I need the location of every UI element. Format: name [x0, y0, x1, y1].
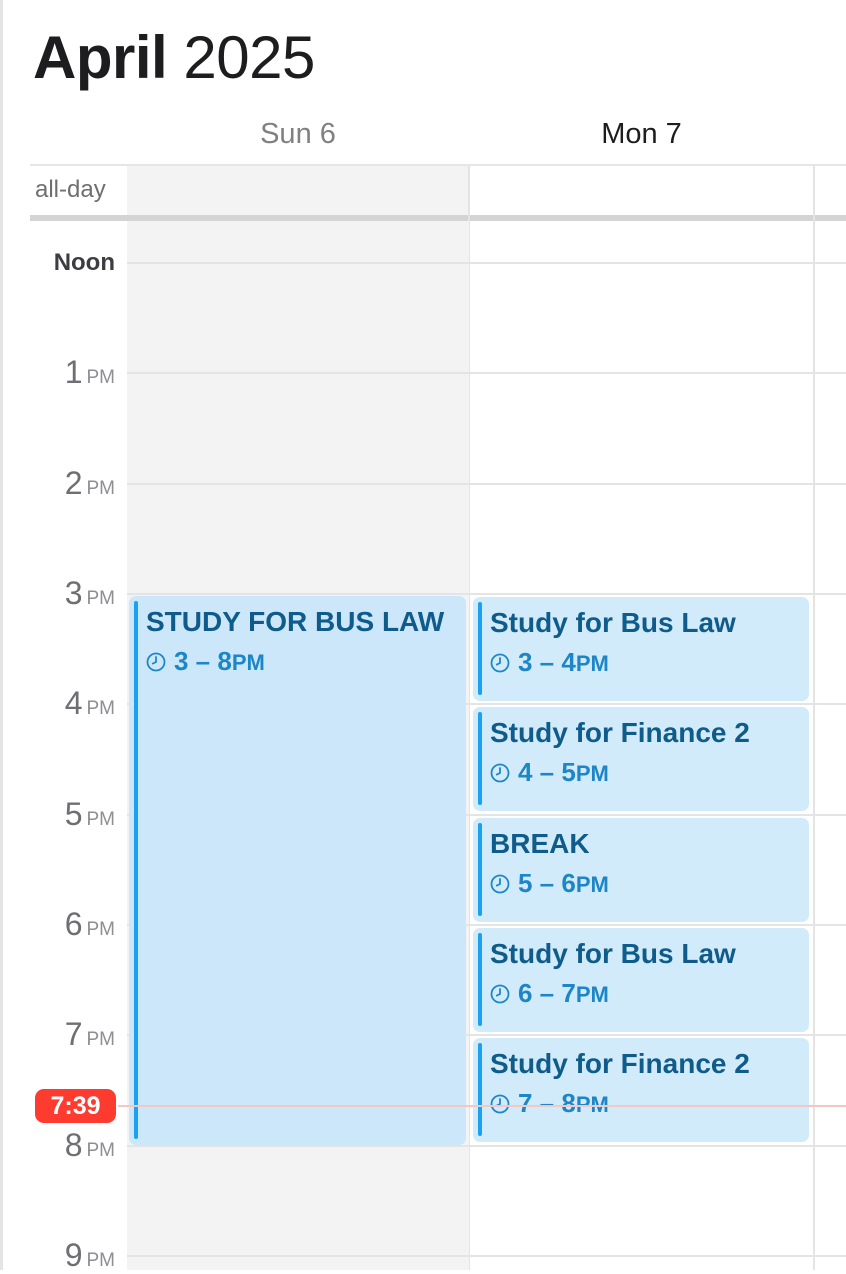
- event-color-bar: [478, 933, 482, 1026]
- hour-label: 7 PM: [64, 1016, 115, 1052]
- event-color-bar: [478, 712, 482, 805]
- month-title: April: [33, 24, 168, 91]
- event-time: 6 – 7PM: [490, 978, 609, 1009]
- event-study-finance-2[interactable]: Study for Finance 2 4 – 5PM: [473, 707, 809, 811]
- hour-label: 3 PM: [64, 575, 115, 611]
- event-study-finance-2[interactable]: Study for Finance 2 7 – 8PM: [473, 1038, 809, 1142]
- event-break[interactable]: BREAK 5 – 6PM: [473, 818, 809, 922]
- hour-line: [127, 262, 846, 264]
- event-color-bar: [134, 601, 138, 1139]
- event-time: 3 – 4PM: [490, 647, 609, 678]
- hour-label: 2 PM: [64, 465, 115, 501]
- hour-line: [127, 1145, 846, 1147]
- hour-line: [127, 483, 846, 485]
- clock-icon: [490, 984, 510, 1004]
- clock-icon: [490, 763, 510, 783]
- day-header-mon[interactable]: Mon 7: [470, 114, 813, 154]
- hour-line: [127, 593, 846, 595]
- hour-label: 8 PM: [64, 1127, 115, 1163]
- event-study-bus-law[interactable]: Study for Bus Law 3 – 4PM: [473, 597, 809, 701]
- event-color-bar: [478, 602, 482, 695]
- clock-icon: [146, 652, 166, 672]
- event-color-bar: [478, 823, 482, 916]
- allday-label: all-day: [35, 176, 106, 203]
- clock-icon: [490, 653, 510, 673]
- hour-label: 5 PM: [64, 796, 115, 832]
- event-time: 7 – 8PM: [490, 1088, 609, 1119]
- hour-line: [127, 372, 846, 374]
- event-study-bus-law[interactable]: Study for Bus Law 6 – 7PM: [473, 928, 809, 1032]
- hour-label-noon: Noon: [53, 249, 115, 276]
- event-time: 3 – 8PM: [146, 646, 265, 677]
- event-study-bus-law-sun[interactable]: STUDY FOR BUS LAW 3 – 8PM: [129, 596, 466, 1145]
- event-time: 4 – 5PM: [490, 757, 609, 788]
- event-color-bar: [478, 1043, 482, 1136]
- event-title: Study for Finance 2: [490, 717, 750, 748]
- event-time: 5 – 6PM: [490, 868, 609, 899]
- current-time-badge: 7:39: [35, 1089, 116, 1123]
- hour-label: 4 PM: [64, 685, 115, 721]
- event-title: STUDY FOR BUS LAW: [146, 606, 445, 637]
- hour-label: 1 PM: [64, 354, 115, 390]
- event-title: Study for Bus Law: [490, 938, 736, 969]
- hour-label: 9 PM: [64, 1237, 115, 1273]
- timeline-grid[interactable]: Noon 1 PM 2 PM 3 PM 4 PM 5 PM 6 PM 7 PM 8 PM 9 PM…: [0, 221, 846, 1273]
- clock-icon: [490, 874, 510, 894]
- day-header-sun[interactable]: Sun 6: [127, 114, 469, 154]
- allday-cell-sun[interactable]: [127, 166, 469, 216]
- event-title: BREAK: [490, 828, 590, 859]
- year-title: 2025: [183, 24, 315, 91]
- clock-icon: [490, 1094, 510, 1114]
- current-time-line: [118, 1105, 846, 1107]
- event-title: Study for Finance 2: [490, 1048, 750, 1079]
- page-title: April 2025: [33, 22, 315, 94]
- hour-label: 6 PM: [64, 906, 115, 942]
- hour-line: [127, 1255, 846, 1257]
- event-title: Study for Bus Law: [490, 607, 736, 638]
